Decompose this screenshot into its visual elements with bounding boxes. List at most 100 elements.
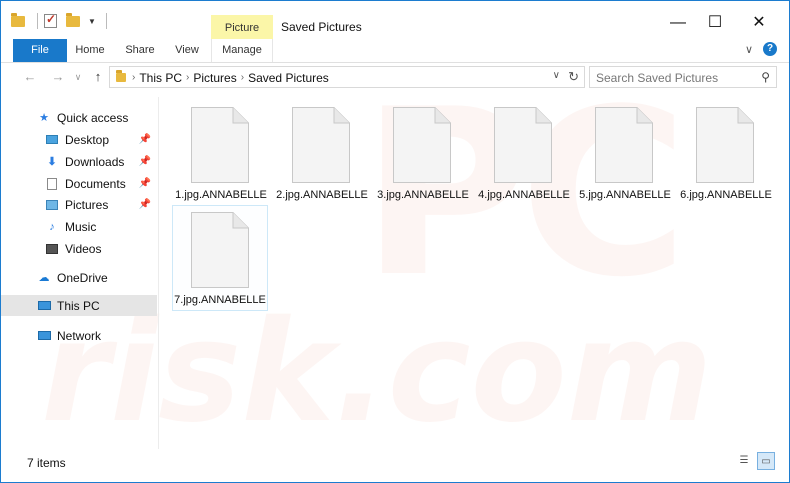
file-item[interactable]: 6.jpg.ANNABELLE [678, 101, 774, 205]
nav-this-pc[interactable]: This PC [1, 295, 157, 316]
navigation-bar: ← → ∨ ↑ › This PC › Pictures › Saved Pic… [1, 63, 789, 91]
blank-file-icon [191, 212, 249, 288]
documents-icon [45, 177, 59, 191]
nav-label: Pictures [65, 197, 109, 212]
videos-icon [45, 242, 59, 256]
tab-share[interactable]: Share [117, 39, 163, 62]
network-icon [37, 329, 51, 343]
back-arrow-icon[interactable]: ← [23, 69, 37, 84]
folder-icon[interactable] [11, 13, 27, 29]
computer-icon [37, 299, 51, 313]
blank-file-icon [494, 107, 552, 183]
blank-file-icon [292, 107, 350, 183]
minimize-button[interactable]: — [668, 13, 688, 33]
nav-item-desktop[interactable]: Desktop 📌 [1, 129, 157, 150]
address-history-chevron-icon[interactable]: ∨ [553, 70, 560, 81]
nav-label: Downloads [65, 154, 125, 169]
blank-file-icon [696, 107, 754, 183]
search-icon[interactable]: ⚲ [761, 70, 770, 84]
ribbon-controls: ∨ ? [745, 42, 777, 56]
nav-item-downloads[interactable]: ⬇ Downloads 📌 [1, 151, 157, 172]
tab-home[interactable]: Home [67, 39, 113, 62]
nav-label: Videos [65, 241, 102, 256]
music-icon: ♪ [49, 220, 55, 233]
details-view-icon[interactable]: ☰ [735, 452, 753, 470]
forward-arrow-icon[interactable]: → [51, 69, 65, 84]
toolbar-divider [37, 13, 38, 29]
new-folder-icon[interactable] [66, 13, 82, 29]
file-name: 7.jpg.ANNABELLE [174, 294, 266, 306]
file-item[interactable]: 7.jpg.ANNABELLE [172, 205, 268, 311]
search-placeholder: Search Saved Pictures [596, 71, 719, 85]
nav-item-videos[interactable]: Videos [1, 238, 157, 259]
nav-item-documents[interactable]: Documents 📌 [1, 173, 157, 194]
maximize-button[interactable]: ☐ [705, 13, 725, 33]
nav-label: Network [57, 328, 102, 343]
properties-icon[interactable] [44, 12, 60, 29]
nav-network[interactable]: Network [1, 325, 157, 346]
pictures-icon [45, 198, 59, 212]
breadcrumb: › This PC › Pictures › Saved Pictures [132, 71, 329, 85]
tab-view[interactable]: View [165, 39, 209, 62]
refresh-icon[interactable]: ↻ [568, 69, 579, 85]
toolbar-divider [105, 13, 107, 29]
file-list: 1.jpg.ANNABELLE 2.jpg.ANNABELLE 3.jpg.AN… [161, 97, 783, 449]
file-name: 1.jpg.ANNABELLE [175, 189, 267, 201]
file-item[interactable]: 2.jpg.ANNABELLE [274, 101, 370, 205]
navigation-pane: ★ Quick access Desktop 📌 ⬇ Downloads 📌 D… [1, 97, 159, 449]
nav-quick-access[interactable]: ★ Quick access [1, 107, 157, 128]
recent-locations-chevron-icon[interactable]: ∨ [71, 72, 85, 83]
breadcrumb-this-pc[interactable]: This PC [139, 71, 182, 85]
picture-tools-label: Picture Tools [211, 15, 273, 60]
close-button[interactable]: ✕ [749, 13, 769, 33]
nav-label: Desktop [65, 132, 110, 147]
nav-label: Documents [65, 176, 126, 191]
large-icons-view-icon[interactable]: ▭ [757, 452, 775, 470]
nav-label: Music [65, 219, 97, 234]
pin-icon[interactable]: 📌 [139, 134, 151, 145]
file-name: 2.jpg.ANNABELLE [276, 189, 368, 201]
file-item[interactable]: 1.jpg.ANNABELLE [173, 101, 269, 205]
item-count: 7 items [27, 456, 66, 470]
quick-access-toolbar: ▼ [11, 12, 107, 29]
breadcrumb-separator: › [132, 72, 136, 83]
nav-item-music[interactable]: ♪ Music [1, 216, 157, 237]
file-explorer-window: PC risk.com ▼ Picture Tools Saved Pictur… [0, 0, 790, 483]
tab-manage[interactable]: Manage [211, 39, 273, 62]
pin-icon[interactable]: 📌 [139, 178, 151, 189]
pin-icon[interactable]: 📌 [139, 199, 151, 210]
up-arrow-icon[interactable]: ↑ [91, 69, 105, 84]
blank-file-icon [595, 107, 653, 183]
window-title: Saved Pictures [281, 20, 362, 34]
status-bar: 7 items ☰ ▭ [1, 449, 789, 482]
customize-toolbar-chevron-icon[interactable]: ▼ [88, 17, 96, 26]
nav-item-pictures[interactable]: Pictures 📌 [1, 194, 157, 215]
blank-file-icon [393, 107, 451, 183]
file-item[interactable]: 4.jpg.ANNABELLE [476, 101, 572, 205]
breadcrumb-separator: › [240, 72, 245, 83]
desktop-icon [45, 133, 59, 147]
star-icon: ★ [39, 112, 49, 124]
file-item[interactable]: 5.jpg.ANNABELLE [577, 101, 673, 205]
search-input[interactable]: Search Saved Pictures ⚲ [589, 66, 777, 88]
file-name: 5.jpg.ANNABELLE [579, 189, 671, 201]
tab-file[interactable]: File [13, 39, 67, 62]
file-name: 3.jpg.ANNABELLE [377, 189, 469, 201]
pin-icon[interactable]: 📌 [139, 156, 151, 167]
expand-ribbon-chevron-icon[interactable]: ∨ [745, 43, 753, 56]
folder-icon [116, 70, 126, 82]
nav-label: Quick access [57, 110, 129, 125]
help-icon[interactable]: ? [763, 42, 777, 56]
nav-label: OneDrive [57, 270, 108, 285]
breadcrumb-pictures[interactable]: Pictures [193, 71, 236, 85]
blank-file-icon [191, 107, 249, 183]
file-name: 4.jpg.ANNABELLE [478, 189, 570, 201]
breadcrumb-saved-pictures[interactable]: Saved Pictures [248, 71, 329, 85]
nav-label: This PC [57, 298, 100, 313]
ribbon-tabs: File Home Share View Manage ∨ ? [1, 39, 789, 63]
nav-onedrive[interactable]: ☁ OneDrive [1, 267, 157, 288]
breadcrumb-separator: › [186, 72, 190, 83]
address-bar[interactable]: › This PC › Pictures › Saved Pictures ∨ … [109, 66, 585, 88]
downloads-icon: ⬇ [47, 156, 57, 168]
file-item[interactable]: 3.jpg.ANNABELLE [375, 101, 471, 205]
